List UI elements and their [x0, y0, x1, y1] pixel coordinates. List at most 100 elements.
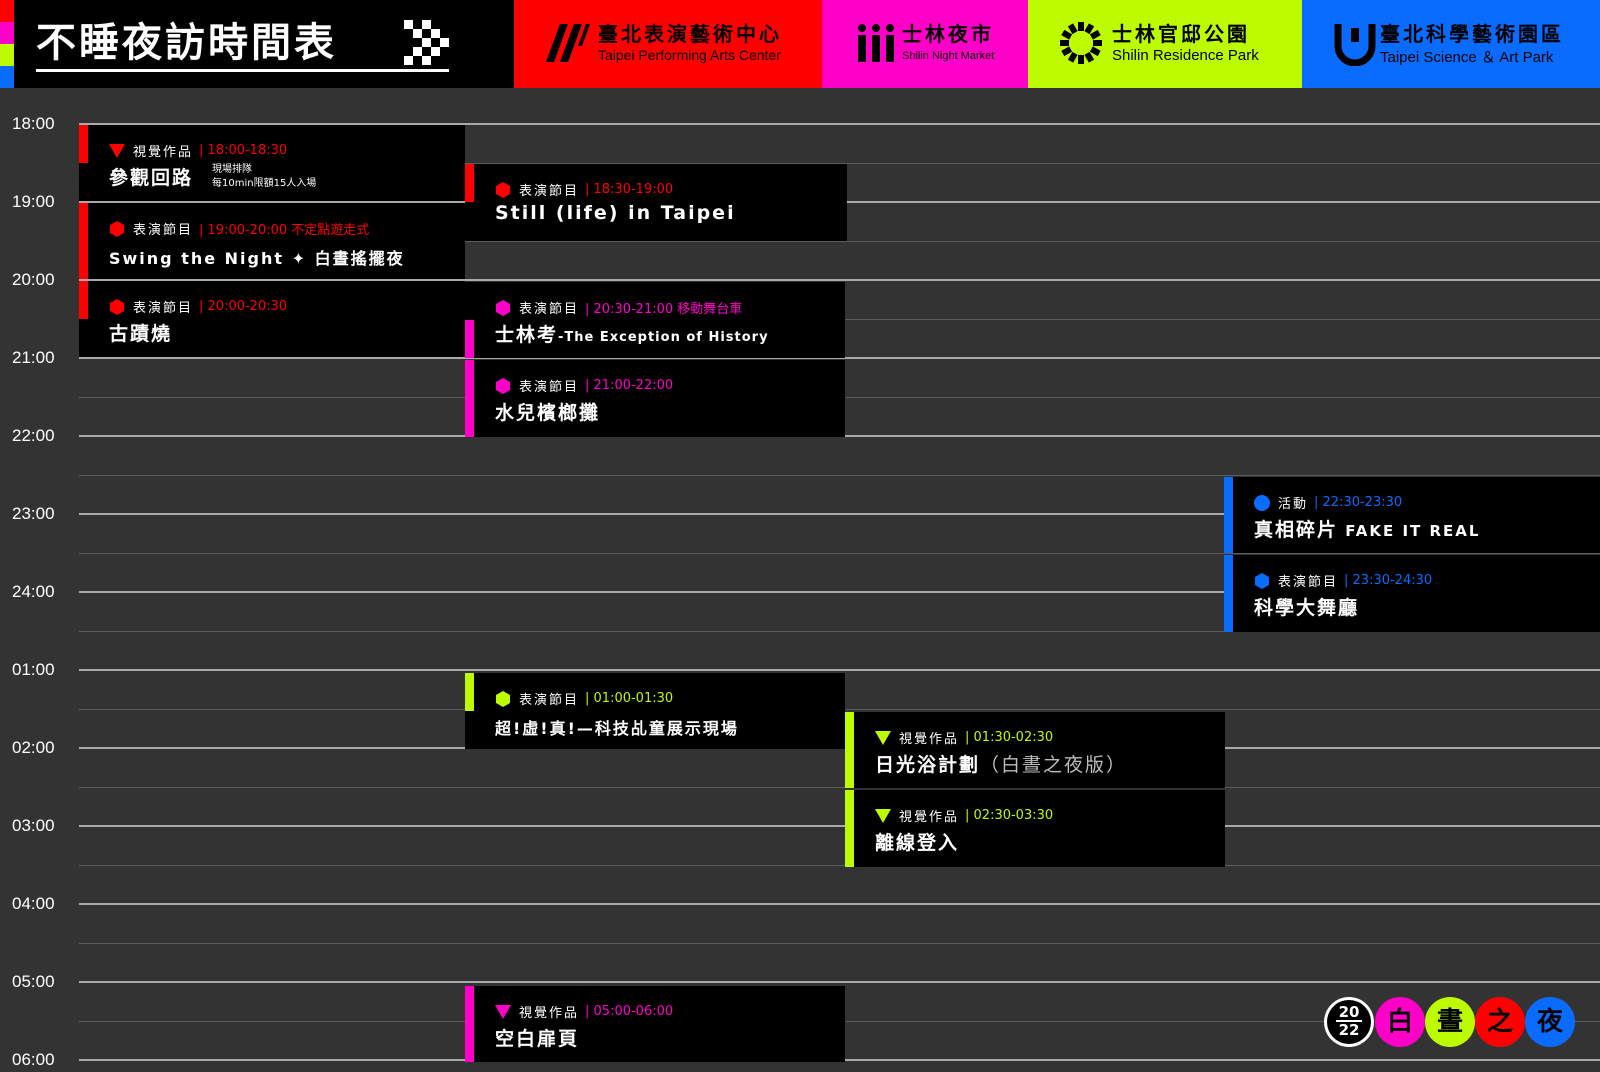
venue-name: 士林夜市 [902, 22, 994, 46]
event-time: | 02:30-03:30 [965, 808, 1054, 823]
event-category: 視覺作品 [899, 810, 960, 825]
event-card[interactable]: 表演節目 | 18:30-19:00 Still (life) in Taipe… [465, 164, 847, 241]
time-label: 19:00 [12, 192, 55, 211]
event-card[interactable]: 表演節目 | 20:30-21:00 移動舞台車 士林考-The Excepti… [465, 282, 845, 358]
event-title: 真相碎片 FAKE IT REAL [1254, 515, 1480, 542]
triangle-down-icon [109, 143, 125, 158]
event-card[interactable]: 表演節目 | 20:00-20:30 古蹟燒 [79, 281, 465, 357]
event-time: | 19:00-20:00 不定點遊走式 [199, 223, 370, 238]
event-time: | 01:30-02:30 [965, 730, 1054, 745]
event-category: 表演節目 [519, 184, 580, 199]
event-meta: 視覺作品 | 18:00-18:30 [109, 141, 287, 160]
time-label: 01:00 [12, 660, 55, 679]
circle-icon [1254, 494, 1270, 511]
event-title: 空白扉頁 [495, 1028, 580, 1050]
venue-color-bar [465, 320, 474, 358]
header: 不睡夜訪時間表 臺北表演藝術中心 Taipei Performing Arts … [0, 0, 1600, 88]
event-title: Still (life) in Taipei [495, 202, 736, 224]
hexagon-icon [496, 181, 510, 198]
logo-year-circle: 20 22 [1324, 997, 1374, 1047]
logo-char-circle: 之 [1475, 997, 1525, 1047]
event-card[interactable]: 表演節目 | 23:30-24:30 科學大舞廳 [1224, 555, 1600, 632]
event-category: 表演節目 [133, 223, 194, 238]
logo-year-top: 20 [1338, 1003, 1360, 1021]
event-time: | 05:00-06:00 [585, 1004, 674, 1019]
venue-name: 臺北表演藝術中心 [598, 22, 782, 46]
event-meta: 表演節目 | 20:00-20:30 [109, 297, 287, 316]
venue-shilin-night-market: 士林夜市 Shilin Night Market [822, 0, 1028, 88]
stripe-blue [0, 66, 14, 88]
event-meta: 視覺作品 | 05:00-06:00 [495, 1002, 673, 1021]
time-label: 22:00 [12, 426, 55, 445]
event-card[interactable]: 表演節目 | 21:00-22:00 水兒檳榔攤 [465, 360, 845, 437]
logo-char: 夜 [1536, 1007, 1563, 1037]
time-label: 18:00 [12, 114, 55, 133]
venue-color-bar [79, 281, 88, 319]
hexagon-icon [1255, 572, 1269, 589]
half-hour-line [79, 787, 1600, 788]
event-card[interactable]: 視覺作品 | 01:30-02:30 日光浴計劃（白晝之夜版） [845, 712, 1225, 788]
event-title: 參觀回路 [109, 167, 194, 189]
event-title: 士林考-The Exception of History [495, 320, 769, 347]
title-block: 不睡夜訪時間表 [0, 0, 514, 88]
hour-line [79, 825, 1600, 827]
triangle-down-icon [875, 808, 891, 823]
slash-lines-icon [546, 24, 590, 62]
venue-color-bar [845, 790, 854, 867]
time-label: 20:00 [12, 270, 55, 289]
title-underline [36, 69, 449, 72]
event-category: 表演節目 [1278, 575, 1339, 590]
event-category: 表演節目 [519, 380, 580, 395]
event-title: 科學大舞廳 [1254, 597, 1360, 619]
hexagon-icon [496, 377, 510, 394]
triangle-down-icon [875, 730, 891, 745]
stripe-red [0, 0, 14, 22]
event-meta: 表演節目 | 01:00-01:30 [495, 689, 673, 708]
event-card[interactable]: 視覺作品 | 05:00-06:00 空白扉頁 [465, 986, 845, 1062]
event-title: 古蹟燒 [109, 323, 173, 345]
sunburst-icon [1060, 22, 1102, 64]
venue-name-en: Taipei Performing Arts Center [598, 47, 781, 63]
hour-line [79, 903, 1600, 905]
venue-color-bar [1224, 477, 1233, 553]
event-card[interactable]: 活動 | 22:30-23:30 真相碎片 FAKE IT REAL [1224, 477, 1600, 553]
event-card[interactable]: 表演節目 | 19:00-20:00 不定點遊走式 Swing the Nigh… [79, 203, 465, 279]
event-meta: 活動 | 22:30-23:30 [1254, 493, 1402, 512]
logo-year: 20 22 [1324, 1004, 1374, 1038]
hexagon-icon [496, 690, 510, 707]
page-title: 不睡夜訪時間表 [36, 20, 337, 66]
event-card[interactable]: 視覺作品 | 02:30-03:30 離線登入 [845, 790, 1225, 867]
hexagon-icon [110, 220, 124, 237]
venue-taipei-performing-arts: 臺北表演藝術中心 Taipei Performing Arts Center [514, 0, 822, 88]
event-title-main: 真相碎片 [1254, 519, 1339, 541]
logo-char: 白 [1386, 1007, 1413, 1037]
logo-char-circle: 夜 [1525, 997, 1575, 1047]
event-meta: 表演節目 | 23:30-24:30 [1254, 571, 1432, 590]
event-card[interactable]: 視覺作品 | 18:00-18:30 參觀回路 現場排隊 每10min限額15人… [79, 125, 465, 201]
event-time: | 18:30-19:00 [585, 182, 674, 197]
event-meta: 表演節目 | 20:30-21:00 移動舞台車 [495, 298, 742, 317]
event-time: | 21:00-22:00 [585, 378, 674, 393]
event-title: 超!虛!真!—科技乩童展示現場 [495, 719, 739, 738]
logo-char: 之 [1486, 1007, 1513, 1037]
hexagon-icon [110, 298, 124, 315]
logo-char-circle: 晝 [1425, 997, 1475, 1047]
event-meta: 表演節目 | 19:00-20:00 不定點遊走式 [109, 219, 369, 238]
time-label: 05:00 [12, 972, 55, 991]
venue-shilin-residence-park: 士林官邸公園 Shilin Residence Park [1028, 0, 1302, 88]
event-title-main: 日光浴計劃 [875, 754, 981, 776]
venue-color-bar [79, 203, 88, 279]
event-subtitle: FAKE IT REAL [1338, 522, 1481, 540]
event-meta: 視覺作品 | 01:30-02:30 [875, 728, 1053, 747]
event-card[interactable]: 表演節目 | 01:00-01:30 超!虛!真!—科技乩童展示現場 [465, 673, 845, 749]
event-meta: 表演節目 | 18:30-19:00 [495, 180, 673, 199]
event-category: 活動 [1278, 497, 1309, 512]
event-note-line: 每10min限額15人入場 [212, 178, 317, 189]
event-subtitle: -The Exception of History [558, 330, 769, 345]
venue-color-bar [465, 673, 474, 711]
half-hour-line [79, 553, 1600, 554]
hour-line [79, 669, 1600, 671]
stripe-lime [0, 44, 14, 66]
half-hour-line [79, 475, 1600, 476]
venue-color-bar [465, 360, 474, 437]
